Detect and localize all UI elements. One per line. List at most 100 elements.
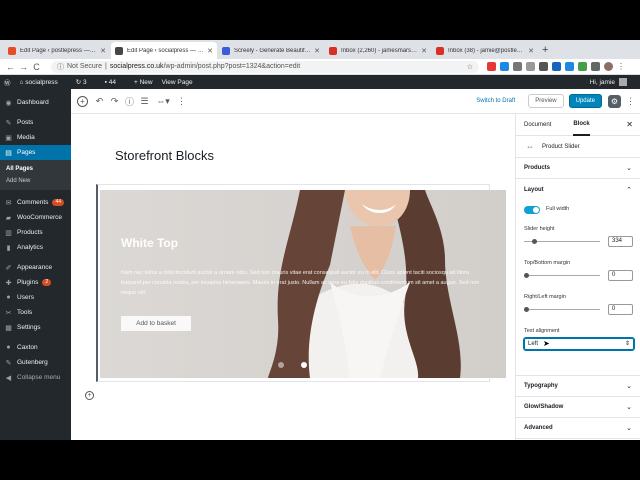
reload-button[interactable]: C [30,62,43,72]
extension-icon[interactable] [539,62,548,71]
redo-button[interactable]: ↷ [107,96,122,107]
browser-tab-5[interactable]: Inbox (38) - jamie@postlepres ✕ [432,42,538,59]
close-icon[interactable]: ✕ [207,47,213,55]
tab-document[interactable]: Document [524,115,551,135]
close-icon[interactable]: ✕ [314,47,320,55]
sidebar-item-comments[interactable]: ✉ Comments 44 [0,195,71,210]
sidebar-item-caxton[interactable]: ● Caxton [0,340,71,355]
slider-height-input[interactable]: 334 [608,236,633,247]
sidebar-item-gutenberg[interactable]: ✎ Gutenberg [0,355,71,370]
wordpress-logo-icon[interactable]: Ⓦ [4,77,11,87]
section-typography[interactable]: Typography ⌄ [516,376,640,397]
slider-dot[interactable] [278,362,284,368]
page-title[interactable]: Storefront Blocks [115,148,214,163]
section-products[interactable]: Products ⌄ [516,158,640,179]
extension-icon[interactable] [578,62,587,71]
mouse-cursor-icon: ➤ [543,339,550,348]
sidebar-item-collapse[interactable]: ◀ Collapse menu [0,370,71,385]
hero-title: White Top [121,236,179,250]
browser-tab-2[interactable]: Edit Page ‹ socialpress — Wo ✕ [111,42,217,59]
menu-icon[interactable]: ⋮ [617,62,625,71]
submenu-add-new[interactable]: Add New [0,175,71,187]
extension-icon[interactable] [552,62,561,71]
right-left-margin-input[interactable]: 0 [608,304,633,315]
block-type-icon[interactable]: ⇔▾ [152,96,174,107]
extension-icon[interactable] [591,62,600,71]
section-layout[interactable]: Layout ⌃ [516,179,640,200]
sidebar-item-plugins[interactable]: ✚ Plugins 2 [0,275,71,290]
full-width-toggle[interactable] [524,206,540,214]
user-greeting[interactable]: Hi, jamie [590,79,615,86]
update-button[interactable]: Update [568,94,602,108]
range-thumb[interactable] [524,307,529,312]
sidebar-item-media[interactable]: ▣ Media [0,130,71,145]
range-thumb[interactable] [532,239,537,244]
sidebar-item-settings[interactable]: ▦ Settings [0,320,71,335]
sidebar-item-users[interactable]: ● Users [0,290,71,305]
extension-icon[interactable] [487,62,496,71]
comment-count-badge: 44 [52,199,64,206]
sidebar-item-pages[interactable]: ▤ Pages [0,145,71,160]
chart-icon: ▮ [6,244,11,252]
comments-link[interactable]: ▪ 44 [105,79,125,86]
url-input[interactable]: ⓘ Not Secure | socialpress.co.uk /wp-adm… [51,60,479,73]
sidebar-item-tools[interactable]: ✂ Tools [0,305,71,320]
site-name[interactable]: ⌂ socialpress [20,79,67,86]
settings-gear-icon[interactable]: ⚙ [608,94,621,108]
close-icon[interactable]: ✕ [100,47,106,55]
submenu-all-pages[interactable]: All Pages [0,163,71,175]
undo-button[interactable]: ↶ [92,96,107,107]
admin-sidebar: ◉ Dashboard ✎ Posts ▣ Media ▤ Pages All Page… [0,89,71,440]
sidebar-item-woocommerce[interactable]: ▰ WooCommerce [0,210,71,225]
view-page-link[interactable]: View Page [162,79,193,86]
url-path: /wp-admin/post.php?post=1324&action=edit [163,63,301,70]
new-tab-button[interactable]: + [542,42,548,59]
add-block-button[interactable]: + [77,95,88,107]
range-thumb[interactable] [524,273,529,278]
star-icon[interactable]: ☆ [467,63,473,71]
sidebar-item-products[interactable]: ▥ Products [0,225,71,240]
browser-tab-3[interactable]: Screely - Generate Beautiful M ✕ [218,42,324,59]
sidebar-item-appearance[interactable]: ✐ Appearance [0,260,71,275]
section-glow-shadow[interactable]: Glow/Shadow ⌄ [516,397,640,418]
new-content-link[interactable]: + New [134,79,153,86]
top-bottom-margin-range[interactable] [524,273,600,278]
close-icon[interactable]: ✕ [421,47,427,55]
extension-icon[interactable] [500,62,509,71]
text-alignment-select[interactable]: Left ⇕ [524,338,634,350]
avatar[interactable] [619,78,627,86]
extension-icon[interactable] [526,62,535,71]
full-width-label: Full width [546,206,570,212]
preview-button[interactable]: Preview [528,94,564,108]
switch-to-draft-button[interactable]: Switch to Draft [476,98,515,104]
hero-slide[interactable]: White Top Nam nec tellus a odio tincidun… [100,190,506,378]
close-icon[interactable]: ✕ [626,120,633,129]
browser-tab-4[interactable]: Inbox (2,260) - jamesmarsland ✕ [325,42,431,59]
avatar[interactable] [604,62,613,71]
forward-button[interactable]: → [17,62,30,72]
slider-dot-active[interactable] [301,362,307,368]
sidebar-item-posts[interactable]: ✎ Posts [0,115,71,130]
updates-link[interactable]: ↻ 3 [76,78,96,86]
list-view-icon[interactable]: ☰ [137,96,152,107]
close-icon[interactable]: ✕ [528,47,534,55]
sidebar-item-analytics[interactable]: ▮ Analytics [0,240,71,255]
add-block-icon[interactable]: + [85,391,94,400]
slider-height-range[interactable] [524,239,600,244]
hero-description: Nam nec tellus a odio tincidunt auctor a… [121,270,480,296]
browser-tab-1[interactable]: Edit Page ‹ postlepress — Wo ✕ [4,42,110,59]
extension-icon[interactable] [565,62,574,71]
add-to-basket-button[interactable]: Add to basket [121,316,191,331]
info-icon[interactable]: ⓘ [122,95,137,108]
back-button[interactable]: ← [4,62,17,72]
section-advanced[interactable]: Advanced ⌄ [516,418,640,439]
more-options-icon[interactable]: ⋮ [174,96,189,107]
more-menu-icon[interactable]: ⋮ [626,96,635,107]
editor-canvas: Storefront Blocks White Top Nam nec tell… [71,114,515,440]
right-left-margin-range[interactable] [524,307,600,312]
extension-icon[interactable] [513,62,522,71]
sidebar-item-dashboard[interactable]: ◉ Dashboard [0,95,71,110]
pages-submenu: All Pages Add New [0,160,71,190]
tab-block[interactable]: Block [573,114,590,136]
top-bottom-margin-input[interactable]: 0 [608,270,633,281]
